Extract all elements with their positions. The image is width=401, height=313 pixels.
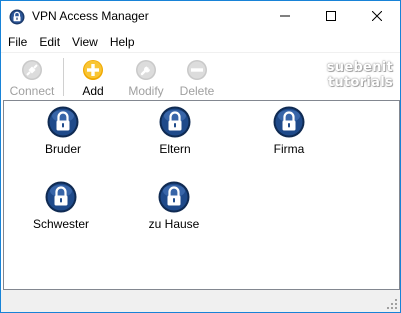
menu-file[interactable]: File — [1, 32, 33, 52]
menu-edit[interactable]: Edit — [33, 32, 66, 52]
vpn-lock-icon — [158, 181, 190, 213]
app-window: VPN Access Manager File Edit View Help C… — [0, 0, 401, 313]
connection-item-bruder[interactable]: Bruder — [23, 104, 103, 164]
add-button[interactable]: Add — [76, 56, 110, 100]
toolbar-separator — [63, 58, 64, 96]
title-bar[interactable]: VPN Access Manager — [1, 1, 400, 32]
connection-label: Schwester — [32, 217, 90, 231]
resize-grip-icon[interactable] — [386, 298, 398, 310]
window-title: VPN Access Manager — [32, 9, 149, 23]
add-icon — [83, 60, 103, 80]
lock-icon — [9, 9, 25, 25]
delete-label: Delete — [179, 84, 215, 98]
wrench-icon — [136, 60, 156, 80]
close-icon — [372, 11, 382, 21]
menu-help[interactable]: Help — [104, 32, 141, 52]
modify-button[interactable]: Modify — [123, 56, 169, 100]
vpn-lock-icon — [47, 106, 79, 138]
watermark: suebenit tutorials — [323, 60, 393, 90]
delete-icon — [187, 60, 207, 80]
watermark-line2: tutorials — [327, 75, 393, 90]
add-label: Add — [82, 84, 104, 98]
toolbar: Connect Add Modify Delete suebenit tutor… — [1, 52, 400, 100]
connection-item-schwester[interactable]: Schwester — [21, 179, 101, 239]
status-bar — [1, 290, 400, 312]
connection-label: zu Hause — [148, 217, 200, 231]
vpn-lock-icon — [159, 106, 191, 138]
minimize-button[interactable] — [262, 1, 308, 31]
connection-item-firma[interactable]: Firma — [249, 104, 329, 164]
menu-bar: File Edit View Help — [1, 32, 400, 52]
maximize-icon — [326, 11, 336, 21]
connection-label: Firma — [273, 142, 305, 156]
watermark-line1: suebenit — [326, 60, 393, 75]
connection-list[interactable]: Bruder Eltern Firma Schwester zu Hause — [3, 100, 400, 290]
minimize-icon — [280, 15, 290, 17]
connection-item-eltern[interactable]: Eltern — [135, 104, 215, 164]
maximize-button[interactable] — [308, 1, 354, 31]
delete-button[interactable]: Delete — [177, 56, 217, 100]
vpn-lock-icon — [45, 181, 77, 213]
modify-label: Modify — [128, 84, 164, 98]
connection-label: Eltern — [159, 142, 191, 156]
close-button[interactable] — [354, 1, 400, 31]
connection-item-zu-hause[interactable]: zu Hause — [134, 179, 214, 239]
menu-view[interactable]: View — [66, 32, 104, 52]
connect-icon — [22, 60, 42, 80]
connection-label: Bruder — [44, 142, 82, 156]
connect-label: Connect — [9, 84, 55, 98]
connect-button[interactable]: Connect — [7, 56, 57, 100]
vpn-lock-icon — [273, 106, 305, 138]
